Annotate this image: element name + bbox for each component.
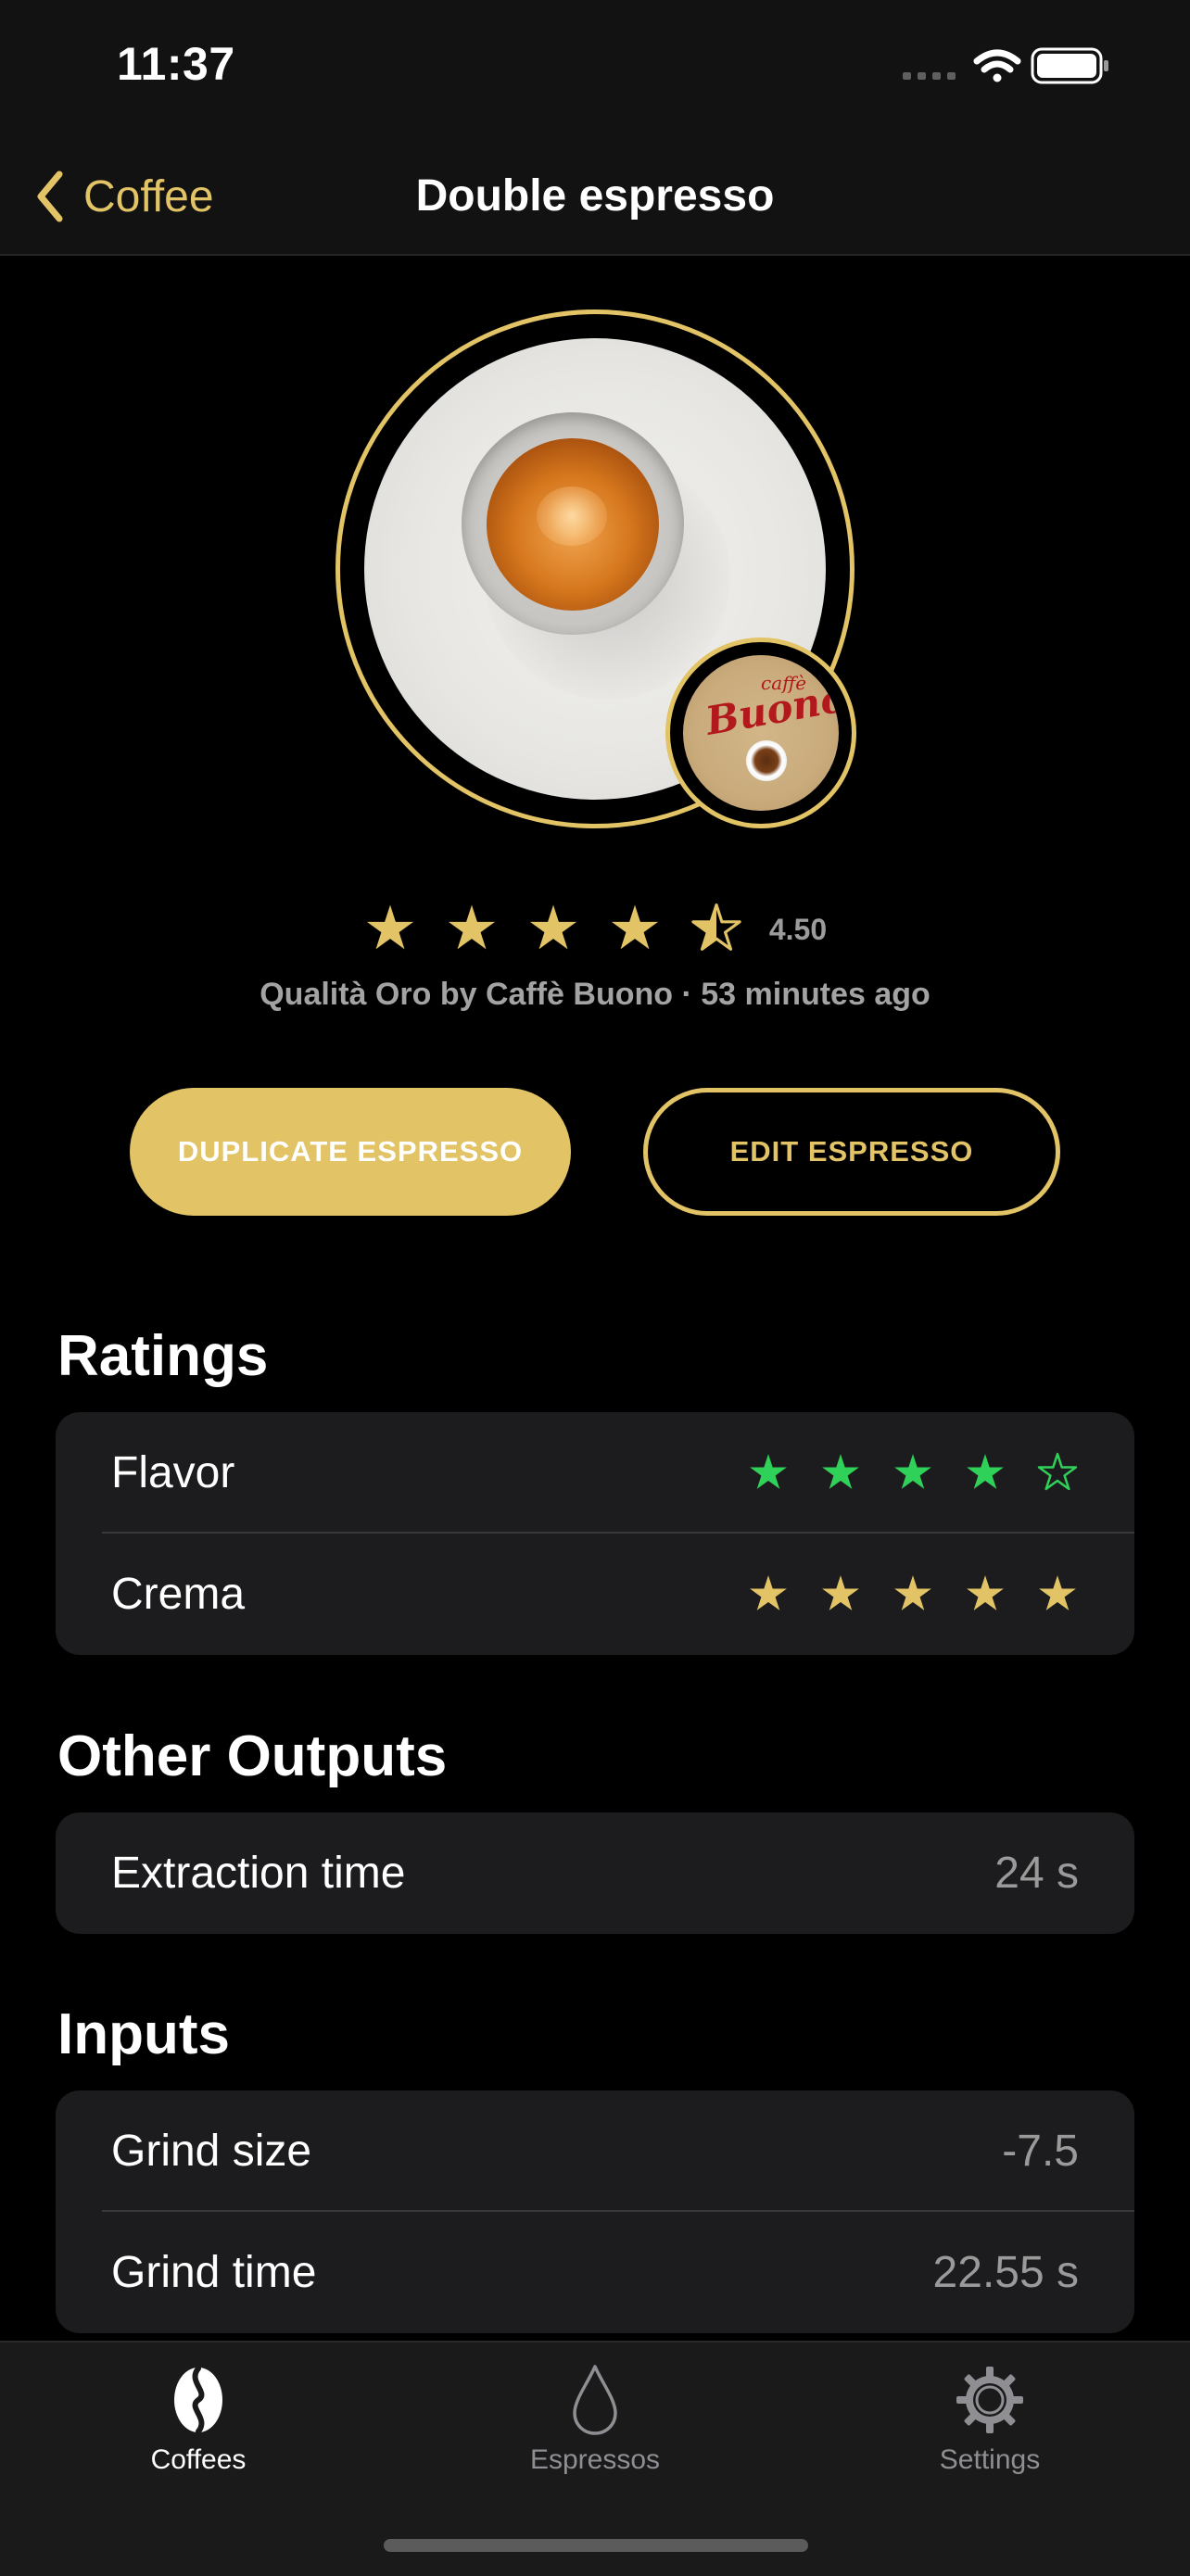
other-outputs-card: Extraction time 24 s [56, 1812, 1134, 1934]
status-bar: 11:37 [0, 0, 1190, 139]
tab-settings[interactable]: Settings [851, 2361, 1129, 2500]
rating-star-icon [529, 904, 576, 950]
list-item[interactable]: Grind time 22.55 s [56, 2212, 1134, 2333]
status-icons [903, 47, 1108, 84]
gear-icon [953, 2361, 1027, 2439]
rating-star-icon [1037, 1452, 1078, 1490]
overall-rating: 4.50 [0, 897, 1190, 962]
flavor-stars [747, 1412, 1079, 1534]
rating-star-icon [894, 1453, 931, 1489]
rating-value: 4.50 [768, 912, 828, 946]
cellular-signal-icon [903, 72, 956, 80]
rating-star-icon [750, 1574, 787, 1610]
overall-rating-stars [363, 903, 743, 956]
other-outputs-section-title: Other Outputs [57, 1724, 448, 1788]
tab-coffees[interactable]: Coffees [59, 2361, 337, 2500]
rating-star-icon [366, 904, 413, 950]
rating-star-icon [967, 1574, 1004, 1610]
rating-label: Flavor [111, 1448, 235, 1497]
inputs-card: Grind size -7.5 Grind time 22.55 s [56, 2090, 1134, 2333]
rating-row-flavor[interactable]: Flavor [56, 1412, 1134, 1534]
rating-star-icon [448, 904, 495, 950]
rating-star-icon [750, 1453, 787, 1489]
rating-star-icon [691, 903, 741, 951]
rating-star-icon [894, 1574, 931, 1610]
input-value: 22.55 s [932, 2248, 1079, 2297]
edit-espresso-button[interactable]: EDIT ESPRESSO [643, 1088, 1060, 1216]
tab-espressos[interactable]: Espressos [456, 2361, 734, 2500]
ratings-section-title: Ratings [57, 1324, 269, 1388]
rating-row-crema[interactable]: Crema [56, 1534, 1134, 1655]
tab-label: Settings [939, 2444, 1041, 2475]
rating-star-icon [822, 1453, 859, 1489]
rating-star-icon [611, 904, 658, 950]
rating-star-icon [822, 1574, 859, 1610]
ratings-card: Flavor Crema [56, 1412, 1134, 1655]
output-label: Extraction time [111, 1849, 406, 1898]
wifi-icon [973, 49, 1021, 82]
coffee-bean-icon [161, 2361, 235, 2439]
coffee-subtitle: Qualità Oro by Caffè Buono · 53 minutes … [260, 977, 930, 1012]
status-time: 11:37 [117, 38, 235, 90]
home-indicator [384, 2539, 808, 2552]
input-label: Grind time [111, 2248, 317, 2297]
battery-icon [1031, 47, 1108, 84]
page-title: Double espresso [415, 171, 775, 221]
input-label: Grind size [111, 2127, 312, 2176]
rating-star-icon [967, 1453, 1004, 1489]
crema-stars [747, 1534, 1079, 1655]
cup-foam [537, 486, 607, 546]
coffee-badge[interactable]: caffè Buono [665, 638, 856, 828]
badge-cup-image [746, 740, 787, 781]
duplicate-espresso-button[interactable]: DUPLICATE ESPRESSO [130, 1088, 571, 1216]
tab-label: Espressos [529, 2444, 661, 2475]
rating-star-icon [1039, 1574, 1076, 1610]
tab-label: Coffees [150, 2444, 247, 2475]
list-item[interactable]: Extraction time 24 s [56, 1812, 1134, 1934]
inputs-section-title: Inputs [57, 2002, 230, 2066]
status-indicators [892, 44, 1114, 91]
rating-label: Crema [111, 1570, 246, 1619]
drop-icon [558, 2361, 632, 2439]
coffee-badge-image: caffè Buono [683, 655, 839, 811]
output-value: 24 s [994, 1849, 1079, 1898]
navigation-bar: Coffee Double espresso [0, 139, 1190, 256]
list-item[interactable]: Grind size -7.5 [56, 2090, 1134, 2212]
input-value: -7.5 [1002, 2127, 1079, 2176]
